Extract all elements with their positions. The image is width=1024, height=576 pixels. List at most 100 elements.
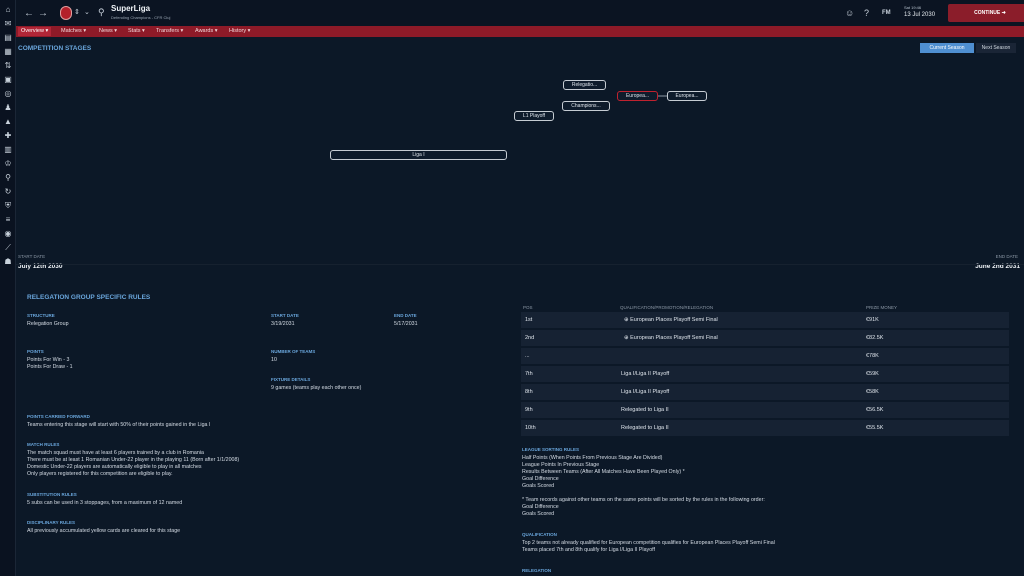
table-row[interactable]: 10th Relegated to Liga II €55.5K [521, 420, 1009, 436]
report-icon[interactable]: ▣ [4, 76, 12, 84]
tab-history[interactable]: History ▾ [226, 27, 253, 36]
start-label: START DATE [271, 313, 299, 318]
forward-arrow-icon[interactable]: → [38, 8, 48, 19]
sorting-line: Goals Scored [522, 483, 555, 489]
stage-liga-1[interactable]: Liga I [330, 150, 507, 160]
stage-champions[interactable]: Champions... [562, 101, 610, 111]
subs-label: SUBSTITUTION RULES [27, 492, 77, 497]
end-value: 5/17/2031 [394, 321, 418, 327]
end-label: END DATE [394, 313, 417, 318]
structure-value: Relegation Group [27, 321, 69, 327]
sidebar: ⌂ ✉ ▤ ▦ ⇅ ▣ ◎ ♟ ▲ ✚ ▥ ♔ ⚲ ↻ ⛨ ≡ ◉ ⟋ ☗ [0, 0, 16, 576]
club-crest[interactable] [60, 6, 72, 20]
tab-news[interactable]: News ▾ [96, 27, 120, 36]
tactics-icon[interactable]: ▦ [4, 48, 12, 56]
home-icon[interactable]: ⌂ [4, 6, 12, 14]
col-pos: POS [523, 305, 533, 310]
tab-overview[interactable]: Overview ▾ [18, 27, 52, 36]
row-qual: Relegated to Liga II [621, 407, 669, 413]
table-row[interactable]: 1st ⊕ European Places Playoff Semi Final… [521, 312, 1009, 328]
row-pos: 10th [525, 425, 536, 431]
scouting-icon[interactable]: ◎ [4, 90, 12, 98]
tab-matches[interactable]: Matches ▾ [58, 27, 89, 36]
rules-heading: RELEGATION GROUP SPECIFIC RULES [27, 294, 151, 301]
top-bar: ← → ⇕ ⌄ ⚲ SuperLiga Defending Champions … [16, 0, 1024, 26]
table-row[interactable]: ... €78K [521, 348, 1009, 364]
col-qual: QUALIFICATION/PROMOTION/RELEGATION [620, 305, 714, 310]
people-icon[interactable]: ☗ [4, 258, 12, 266]
search-icon[interactable]: ⚲ [98, 7, 105, 18]
row-pos: 8th [525, 389, 533, 395]
tab-stats[interactable]: Stats ▾ [125, 27, 148, 36]
table-row[interactable]: 9th Relegated to Liga II €56.5K [521, 402, 1009, 418]
calendar-icon[interactable]: ▥ [4, 146, 12, 154]
teams-label: NUMBER OF TEAMS [271, 349, 316, 354]
qualification-line: Teams placed 7th and 8th qualify for Lig… [522, 547, 655, 553]
help-icon[interactable]: ? [864, 8, 869, 18]
row-prize: €59K [866, 371, 879, 377]
squad-icon[interactable]: ▤ [4, 34, 12, 42]
stage-europa[interactable]: Europea... [667, 91, 707, 101]
date-day: 13 Jul 2030 [904, 12, 936, 18]
date-time: Sat 19:46 [904, 5, 922, 10]
tab-awards[interactable]: Awards ▾ [192, 27, 221, 36]
continue-button[interactable]: CONTINUE ➜ [948, 4, 1024, 22]
row-prize: €82.5K [866, 335, 884, 341]
sorting-label: LEAGUE SORTING RULES [522, 447, 580, 452]
table-row[interactable]: 7th Liga I/Liga II Playoff €59K [521, 366, 1009, 382]
chevron-down-icon[interactable]: ⌄ [84, 8, 90, 16]
row-prize: €91K [866, 317, 879, 323]
col-prize: PRIZE MONEY [866, 305, 898, 310]
tab-transfers[interactable]: Transfers ▾ [153, 27, 186, 36]
carried-label: POINTS CARRIED FORWARD [27, 414, 90, 419]
trophy-icon[interactable]: ♔ [4, 160, 12, 168]
qualification-label: QUALIFICATION [522, 532, 557, 537]
stage-relegation[interactable]: Relegatio... [563, 80, 606, 90]
disciplinary-value: All previously accumulated yellow cards … [27, 528, 181, 534]
sorting-note-line: Goals Scored [522, 511, 555, 517]
stage-europa-selected[interactable]: Europea... [617, 91, 658, 101]
row-qual: Liga I/Liga II Playoff [621, 389, 670, 395]
crest-switch-icon[interactable]: ⇕ [74, 8, 80, 16]
row-pos: 7th [525, 371, 533, 377]
shield-icon[interactable]: ⛨ [4, 202, 12, 210]
match-rule-line: Only players registered for this competi… [27, 471, 173, 477]
row-qual: Liga I/Liga II Playoff [621, 371, 670, 377]
row-qual: ⊕ European Places Playoff Semi Final [624, 335, 718, 341]
fixture-value: 9 games (teams play each other once) [271, 385, 362, 391]
table-row[interactable]: 2nd ⊕ European Places Playoff Semi Final… [521, 330, 1009, 346]
stage-connector [658, 93, 671, 99]
structure-label: STRUCTURE [27, 313, 55, 318]
content: COMPETITION STAGES Current Season Next S… [16, 37, 1024, 576]
tab-bar: Overview ▾ Matches ▾ News ▾ Stats ▾ Tran… [16, 26, 1024, 37]
finance-icon[interactable]: ≡ [4, 216, 12, 224]
end-date-label: END DATE [995, 254, 1018, 259]
carried-value: Teams entering this stage will start wit… [27, 422, 211, 428]
person-icon[interactable]: ☺ [845, 8, 854, 18]
row-pos: 1st [525, 317, 533, 323]
fm-logo[interactable]: FM [882, 10, 891, 16]
relegation-label: RELEGATION [522, 568, 552, 573]
page-title: SuperLiga [111, 4, 151, 13]
disciplinary-label: DISCIPLINARY RULES [27, 520, 76, 525]
training-icon[interactable]: ▲ [4, 118, 12, 126]
transfer-icon[interactable]: ⇅ [4, 62, 12, 70]
back-arrow-icon[interactable]: ← [24, 8, 34, 19]
timeline-rule [16, 264, 1024, 265]
row-qual: ⊕ European Places Playoff Semi Final [624, 317, 718, 323]
stats-icon[interactable]: ⟋ [4, 244, 12, 252]
staff-icon[interactable]: ♟ [4, 104, 12, 112]
medical-icon[interactable]: ✚ [4, 132, 12, 140]
eye-icon[interactable]: ◉ [4, 230, 12, 238]
inbox-icon[interactable]: ✉ [4, 20, 12, 28]
teams-value: 10 [271, 357, 277, 363]
row-qual: Relegated to Liga II [621, 425, 669, 431]
match-rules-label: MATCH RULES [27, 442, 60, 447]
table-row[interactable]: 8th Liga I/Liga II Playoff €58K [521, 384, 1009, 400]
row-prize: €78K [866, 353, 879, 359]
stage-l1-playoff[interactable]: L1 Playoff [514, 111, 554, 121]
fixture-label: FIXTURE DETAILS [271, 377, 311, 382]
start-date-label: START DATE [18, 254, 46, 259]
search-icon[interactable]: ⚲ [4, 174, 12, 182]
refresh-icon[interactable]: ↻ [4, 188, 12, 196]
